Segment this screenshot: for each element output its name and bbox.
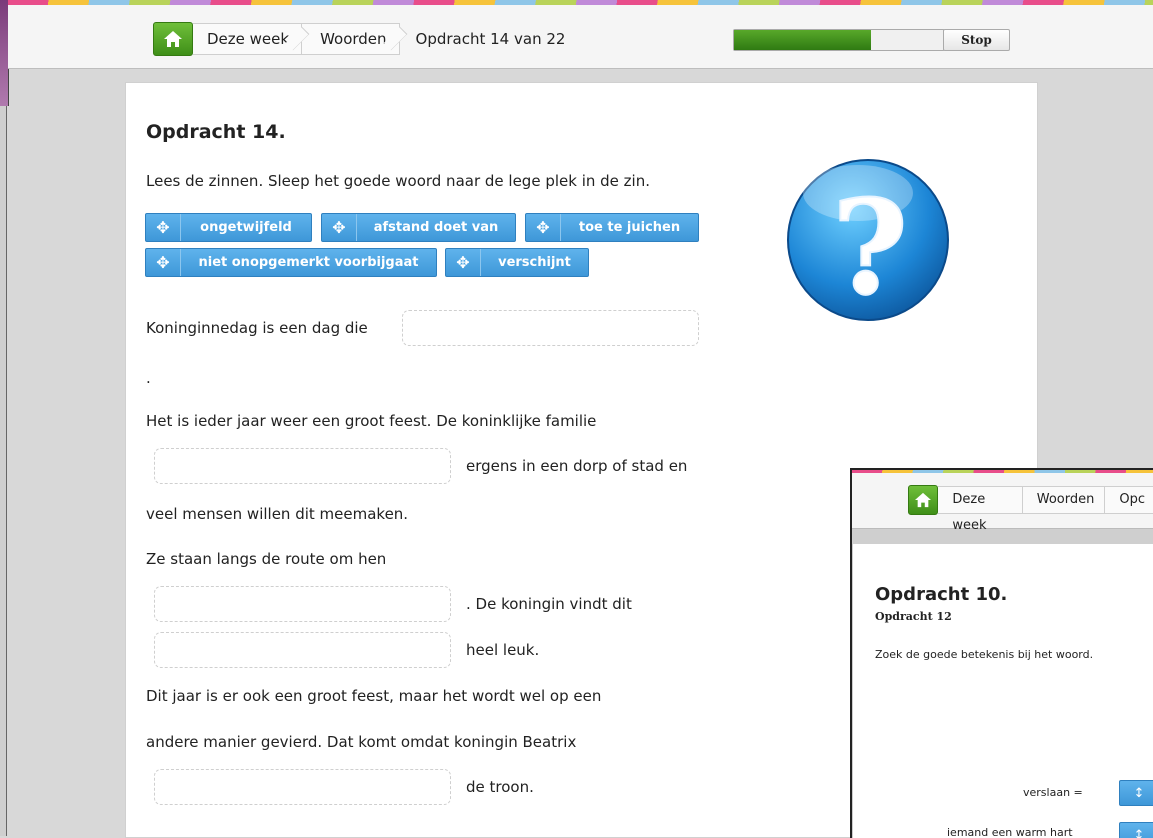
home-icon xyxy=(914,492,932,508)
question-mark-icon: ? xyxy=(786,148,951,333)
sentence-8: Dit jaar is er ook een groot feest, maar… xyxy=(146,687,601,705)
overlay-sort-button[interactable]: ↕ xyxy=(1119,780,1153,806)
overlay-card: Opdracht 10. Opdracht 12 Zoek de goede b… xyxy=(852,544,1153,838)
sentence-1: Koninginnedag is een dag die xyxy=(146,319,368,337)
drop-slot-3[interactable] xyxy=(154,586,451,622)
move-icon: ✥ xyxy=(146,214,181,241)
overlay-word-1: verslaan = xyxy=(1023,786,1083,799)
drop-slot-4[interactable] xyxy=(154,632,451,668)
overlay-breadcrumb-current: Opc xyxy=(1105,486,1153,514)
overlay-breadcrumb-deze-week[interactable]: Deze week xyxy=(938,486,1022,514)
word-chip-label: niet onopgemerkt voorbijgaat xyxy=(181,255,436,270)
svg-text:?: ? xyxy=(832,171,908,324)
word-chip-toe-te-juichen[interactable]: ✥ toe te juichen xyxy=(525,213,699,242)
word-chip-ongetwijfeld[interactable]: ✥ ongetwijfeld xyxy=(145,213,312,242)
overlay-home-button[interactable] xyxy=(908,485,938,515)
sentence-6: . De koningin vindt dit xyxy=(466,595,632,613)
sentence-4: veel mensen willen dit meemaken. xyxy=(146,505,408,523)
stop-button[interactable]: Stop xyxy=(943,29,1010,51)
word-chip-label: verschijnt xyxy=(481,255,588,270)
sentence-10: de troon. xyxy=(466,778,534,796)
drop-slot-5[interactable] xyxy=(154,769,451,805)
drop-slot-1[interactable] xyxy=(402,310,699,346)
overlay-breadcrumb: Deze week Woorden Opc xyxy=(908,486,1153,514)
drop-slot-2[interactable] xyxy=(154,448,451,484)
breadcrumb: Deze week Woorden Opdracht 14 van 22 xyxy=(153,23,565,55)
progress-bar xyxy=(733,29,945,51)
home-button[interactable] xyxy=(153,22,193,56)
word-chip-label: ongetwijfeld xyxy=(181,220,311,235)
overlay-breadcrumb-woorden[interactable]: Woorden xyxy=(1023,486,1106,514)
sentence-1-end: . xyxy=(146,369,151,387)
move-icon: ✥ xyxy=(446,249,481,276)
move-icon: ✥ xyxy=(322,214,357,241)
word-chip-label: afstand doet van xyxy=(357,220,515,235)
sentence-7: heel leuk. xyxy=(466,641,539,659)
overlay-screenshot: Deze week Woorden Opc Opdracht 10. Opdra… xyxy=(850,468,1153,838)
move-icon: ✥ xyxy=(146,249,181,276)
word-chip-niet-onopgemerkt-voorbijgaat[interactable]: ✥ niet onopgemerkt voorbijgaat xyxy=(145,248,437,277)
overlay-instruction: Zoek de goede betekenis bij het woord. xyxy=(875,648,1093,661)
sentence-9: andere manier gevierd. Dat komt omdat ko… xyxy=(146,733,576,751)
page-title: Opdracht 14. xyxy=(146,121,286,143)
word-chip-afstand-doet-van[interactable]: ✥ afstand doet van xyxy=(321,213,516,242)
overlay-top-bar: Deze week Woorden Opc xyxy=(852,470,1153,529)
word-chip-label: toe te juichen xyxy=(561,220,698,235)
up-down-arrow-icon: ↕ xyxy=(1134,828,1145,838)
instruction-text: Lees de zinnen. Sleep het goede woord na… xyxy=(146,172,650,190)
breadcrumb-woorden[interactable]: Woorden xyxy=(302,23,399,55)
move-icon: ✥ xyxy=(526,214,561,241)
sentence-3: ergens in een dorp of stad en xyxy=(466,457,687,475)
breadcrumb-current: Opdracht 14 van 22 xyxy=(400,30,566,48)
decorative-stripes xyxy=(8,0,1153,5)
word-chip-verschijnt[interactable]: ✥ verschijnt xyxy=(445,248,589,277)
breadcrumb-deze-week[interactable]: Deze week xyxy=(193,23,302,55)
sentence-5: Ze staan langs de route om hen xyxy=(146,550,386,568)
overlay-word-2: iemand een warm hart xyxy=(947,826,1073,838)
progress-fill xyxy=(734,30,871,50)
top-bar: Deze week Woorden Opdracht 14 van 22 Sto… xyxy=(8,0,1153,69)
sentence-2: Het is ieder jaar weer een groot feest. … xyxy=(146,412,596,430)
window-edge-lower xyxy=(0,106,7,836)
overlay-stripes xyxy=(852,470,1153,473)
home-icon xyxy=(163,30,183,48)
overlay-title: Opdracht 10. xyxy=(875,584,1007,605)
up-down-arrow-icon: ↕ xyxy=(1134,786,1145,801)
overlay-subtitle: Opdracht 12 xyxy=(875,610,952,623)
